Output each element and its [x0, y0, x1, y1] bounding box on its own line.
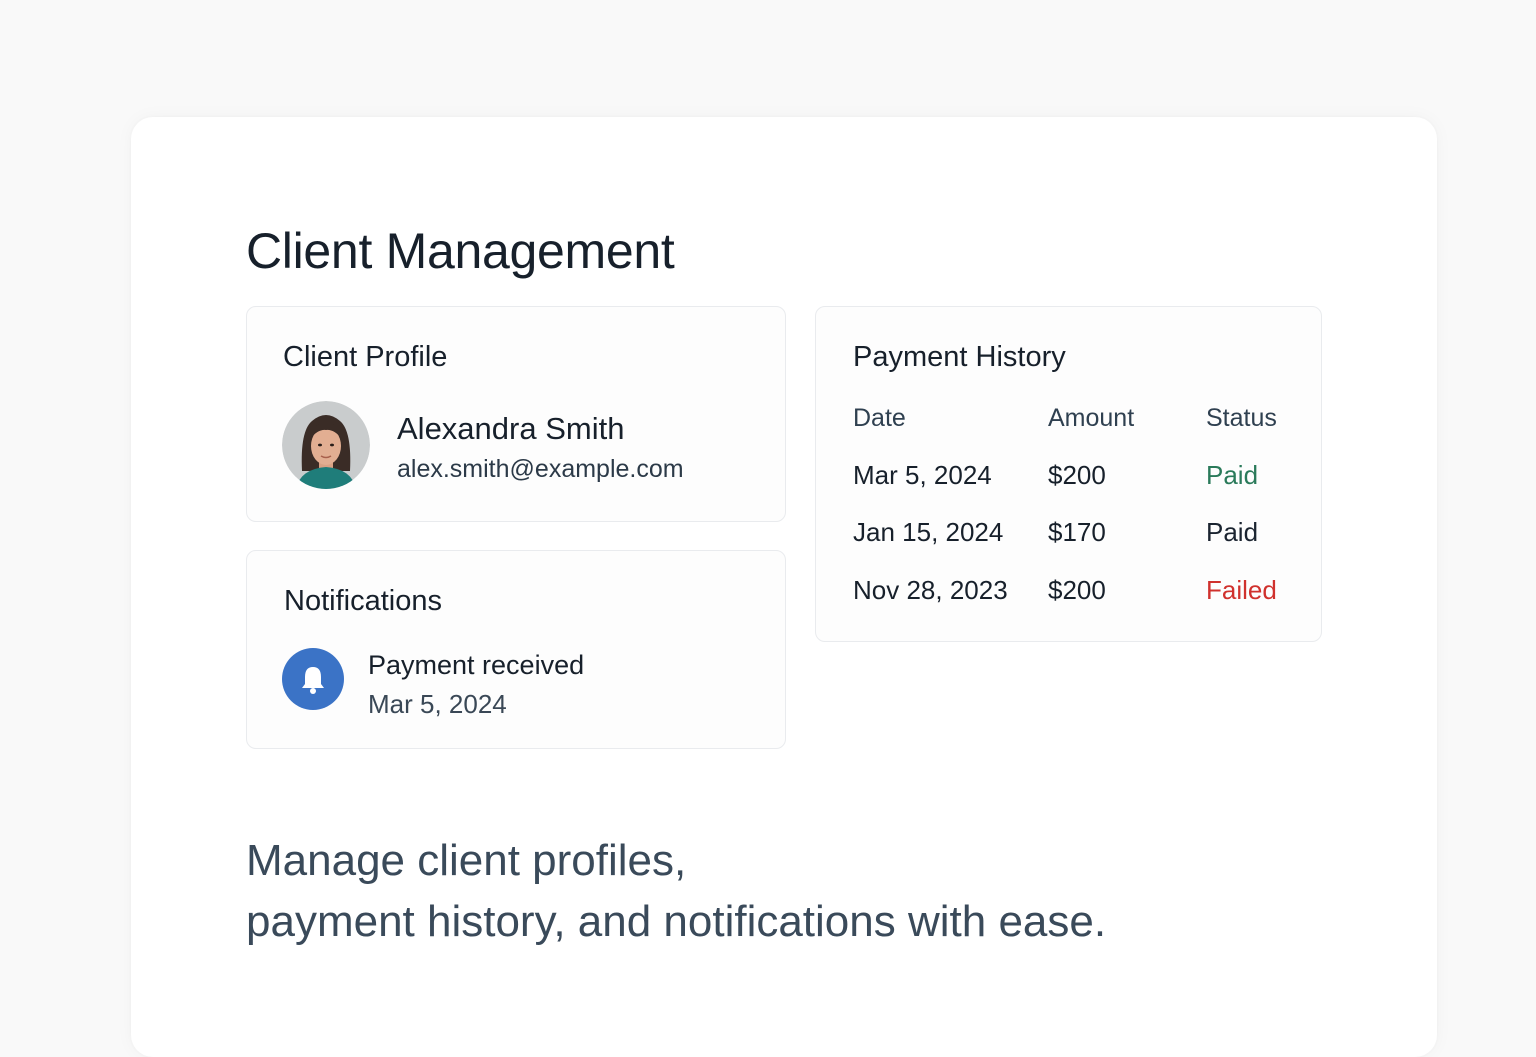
- payment-history-title: Payment History: [853, 341, 1066, 373]
- payment-status: Failed: [1206, 575, 1277, 605]
- column-header-status[interactable]: Status: [1206, 404, 1277, 433]
- payment-date: Nov 28, 2023: [853, 575, 1008, 605]
- client-email[interactable]: alex.smith@example.com: [397, 455, 684, 484]
- notification-date: Mar 5, 2024: [368, 689, 507, 719]
- payment-amount: $200: [1048, 460, 1106, 490]
- payment-history-card: Payment History Date Amount Status Mar 5…: [815, 306, 1322, 642]
- page-title: Client Management: [246, 223, 675, 279]
- bell-icon: [282, 648, 344, 710]
- payment-amount: $200: [1048, 575, 1106, 605]
- client-name: Alexandra Smith: [397, 411, 625, 446]
- payment-status: Paid: [1206, 517, 1259, 547]
- notifications-card: Notifications Payment received Mar 5, 20…: [246, 550, 786, 749]
- avatar-portrait-icon: [282, 401, 370, 489]
- tagline-line-2: payment history, and notifications with …: [246, 897, 1107, 946]
- client-profile-title: Client Profile: [283, 341, 448, 373]
- notifications-title: Notifications: [284, 585, 442, 617]
- client-profile-card[interactable]: Client Profile Alexandra Smith alex.smit…: [246, 306, 786, 522]
- payment-date: Jan 15, 2024: [853, 517, 1004, 547]
- payment-amount: $170: [1048, 517, 1106, 547]
- tagline-line-1: Manage client profiles,: [246, 836, 687, 885]
- payment-status: Paid: [1206, 460, 1259, 490]
- tagline: Manage client profiles, payment history,…: [246, 830, 1106, 952]
- notification-text: Payment received: [368, 650, 585, 680]
- payment-date: Mar 5, 2024: [853, 460, 992, 490]
- column-header-date[interactable]: Date: [853, 404, 906, 433]
- column-header-amount[interactable]: Amount: [1048, 404, 1134, 433]
- avatar[interactable]: [282, 401, 370, 489]
